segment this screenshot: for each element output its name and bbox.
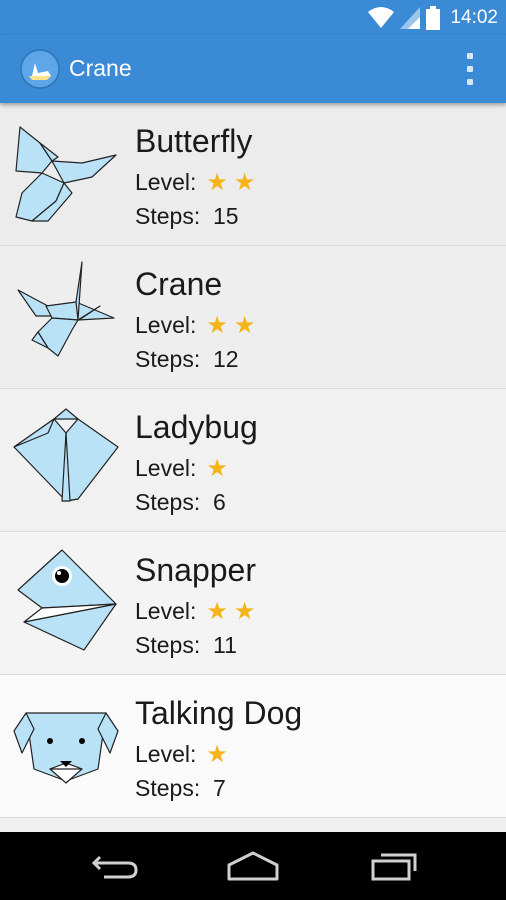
- item-steps: Steps: 11: [135, 632, 237, 659]
- item-title: Butterfly: [135, 123, 253, 159]
- item-title: Talking Dog: [135, 695, 303, 731]
- steps-label: Steps:: [135, 775, 201, 801]
- back-icon: [91, 855, 138, 879]
- steps-value: 12: [213, 346, 239, 372]
- item-steps: Steps: 7: [135, 775, 226, 802]
- origami-list: Butterfly Level: ★ ★ Steps: 15 Crane Lev…: [0, 103, 506, 832]
- recents-button[interactable]: [364, 844, 424, 888]
- dog-origami-icon: [13, 712, 119, 784]
- difficulty-stars: ★ ★: [206, 597, 256, 625]
- star-icon: ★: [206, 168, 228, 196]
- item-title: Crane: [135, 266, 223, 302]
- star-icon: ★: [206, 454, 228, 482]
- star-icon: ★: [233, 168, 256, 196]
- steps-label: Steps:: [135, 346, 201, 372]
- home-icon: [227, 851, 279, 881]
- item-level: Level: ★ ★: [135, 312, 255, 339]
- steps-value: 7: [213, 775, 226, 801]
- star-icon: ★: [206, 597, 228, 625]
- overflow-menu-icon[interactable]: [464, 53, 476, 85]
- action-bar: Crane: [0, 35, 506, 103]
- home-button[interactable]: [223, 844, 283, 888]
- list-item-snapper[interactable]: Snapper Level: ★ ★ Steps: 11: [0, 532, 506, 675]
- item-steps: Steps: 6: [135, 489, 226, 516]
- snapper-origami-icon: [17, 549, 117, 651]
- steps-value: 15: [213, 203, 239, 229]
- level-label: Level:: [135, 741, 197, 767]
- status-time: 14:02: [450, 7, 498, 28]
- difficulty-stars: ★ ★: [206, 168, 256, 196]
- level-label: Level:: [135, 169, 197, 195]
- item-level: Level: ★ ★: [135, 598, 255, 625]
- app-title: Crane: [69, 55, 132, 81]
- item-title: Snapper: [135, 552, 256, 588]
- item-level: Level: ★ ★: [135, 169, 255, 196]
- app-logo-icon[interactable]: [20, 49, 60, 89]
- signal-icon: [400, 7, 421, 29]
- crane-origami-icon: [17, 261, 115, 357]
- list-item-crane[interactable]: Crane Level: ★ ★ Steps: 12: [0, 246, 506, 389]
- star-icon: ★: [206, 311, 228, 339]
- level-label: Level:: [135, 312, 197, 338]
- battery-icon: [426, 6, 441, 30]
- steps-label: Steps:: [135, 489, 201, 515]
- steps-label: Steps:: [135, 632, 201, 658]
- level-label: Level:: [135, 598, 197, 624]
- star-icon: ★: [206, 740, 228, 768]
- list-item-butterfly[interactable]: Butterfly Level: ★ ★ Steps: 15: [0, 103, 506, 246]
- list-item-ladybug[interactable]: Ladybug Level: ★ Steps: 6: [0, 389, 506, 532]
- item-title: Ladybug: [135, 409, 258, 445]
- difficulty-stars: ★ ★: [206, 311, 256, 339]
- status-icons: 14:02: [368, 4, 498, 32]
- item-steps: Steps: 12: [135, 346, 239, 373]
- star-icon: ★: [233, 311, 256, 339]
- list-item-talking-dog[interactable]: Talking Dog Level: ★ Steps: 7: [0, 675, 506, 818]
- recents-icon: [371, 853, 417, 881]
- level-label: Level:: [135, 455, 197, 481]
- ladybug-origami-icon: [13, 408, 119, 502]
- steps-label: Steps:: [135, 203, 201, 229]
- steps-value: 11: [213, 632, 237, 658]
- butterfly-origami-icon: [15, 126, 117, 222]
- back-button[interactable]: [84, 844, 144, 888]
- item-level: Level: ★: [135, 455, 228, 482]
- navigation-bar: [0, 832, 506, 900]
- star-icon: ★: [233, 597, 256, 625]
- wifi-icon: [368, 7, 395, 28]
- difficulty-stars: ★: [206, 454, 228, 482]
- steps-value: 6: [213, 489, 226, 515]
- item-steps: Steps: 15: [135, 203, 239, 230]
- difficulty-stars: ★: [206, 740, 228, 768]
- item-level: Level: ★: [135, 741, 228, 768]
- status-bar: 14:02: [0, 0, 506, 35]
